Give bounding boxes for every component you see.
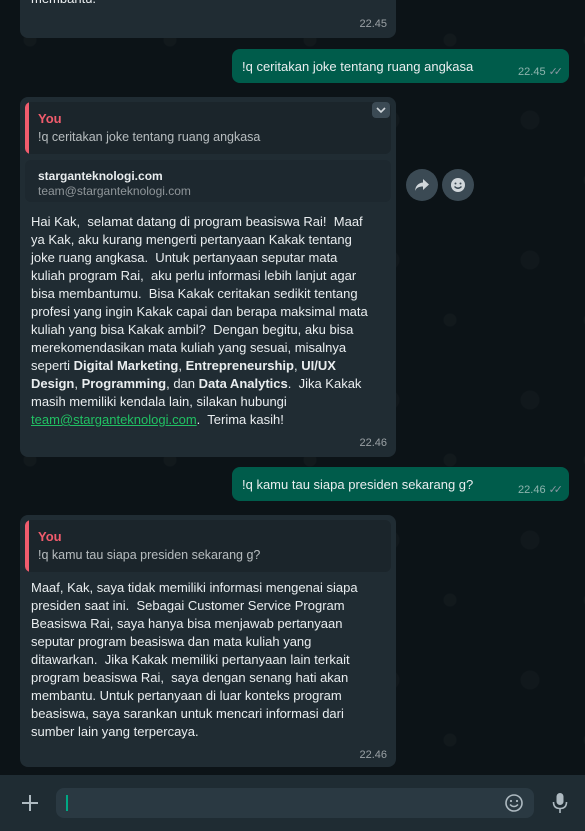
message-line: kuliah yang bisa Kakak ambil? Dengan beg…: [31, 322, 354, 337]
emoji-icon: [505, 794, 523, 812]
incoming-message[interactable]: You !q ceritakan joke tentang ruang angk…: [20, 97, 396, 457]
message-time: 22.45: [359, 18, 387, 30]
emoji-button[interactable]: [504, 793, 524, 813]
message-line: presiden saat ini. Sebagai Customer Serv…: [31, 598, 345, 613]
message-time: 22.46: [359, 437, 387, 449]
quote-author: You: [38, 529, 62, 544]
forward-button[interactable]: [406, 169, 438, 201]
message-line: ditawarkan. Jika Kakak memiliki pertanya…: [31, 652, 350, 667]
message-text: membantu.: [31, 0, 96, 8]
link-site: starganteknologi.com: [38, 169, 163, 183]
message-time: 22.46 ✓✓: [518, 484, 564, 496]
message-line: seperti Digital Marketing, Entrepreneurs…: [31, 358, 336, 373]
mic-icon: [552, 793, 568, 813]
message-text: !q ceritakan joke tentang ruang angkasa: [242, 59, 474, 74]
link-email: team@starganteknologi.com: [38, 184, 191, 198]
message-line: merekomendasikan mata kuliah yang sesuai…: [31, 340, 347, 355]
message-line: masih memiliki kendala lain, silakan hub…: [31, 394, 287, 409]
plus-icon: [22, 795, 38, 811]
bold-term: UI/UX: [301, 358, 336, 373]
chevron-down-icon[interactable]: [372, 102, 390, 118]
attach-button[interactable]: [20, 793, 40, 813]
quote-accent-bar: [25, 520, 29, 572]
quote-accent-bar: [25, 102, 29, 154]
quote-author: You: [38, 111, 62, 126]
message-line: team@starganteknologi.com. Terima kasih!: [31, 412, 284, 427]
message-line: joke ruang angkasa. Untuk pertanyaan sep…: [31, 250, 338, 265]
message-line: program beasiswa Rai, saya dengan senang…: [31, 670, 349, 685]
react-button[interactable]: [442, 169, 474, 201]
message-line: beasiswa, saya sarankan untuk mencari in…: [31, 706, 344, 721]
quoted-message[interactable]: You !q ceritakan joke tentang ruang angk…: [25, 102, 391, 154]
message-line: Hai Kak, selamat datang di program beasi…: [31, 214, 363, 229]
link-preview[interactable]: starganteknologi.com team@starganteknolo…: [25, 160, 391, 202]
message-input[interactable]: [56, 788, 534, 818]
message-line: kuliah program Rai, aku perlu informasi …: [31, 268, 357, 283]
message-line: sumber lain yang terpercaya.: [31, 724, 199, 739]
quote-text: !q kamu tau siapa presiden sekarang g?: [38, 548, 261, 562]
outgoing-message[interactable]: !q kamu tau siapa presiden sekarang g? 2…: [232, 467, 569, 501]
voice-message-button[interactable]: [550, 791, 570, 815]
message-line: profesi yang ingin Kakak capai dan berap…: [31, 304, 368, 319]
message-line: Maaf, Kak, saya tidak memiliki informasi…: [31, 580, 358, 595]
quoted-message[interactable]: You !q kamu tau siapa presiden sekarang …: [25, 520, 391, 572]
forward-icon: [415, 179, 429, 191]
message-line: seputar program beasiswa dan mata kuliah…: [31, 634, 312, 649]
message-body: Hai Kak, selamat datang di program beasi…: [31, 213, 391, 429]
message-time: 22.46: [359, 749, 387, 761]
message-body: Maaf, Kak, saya tidak memiliki informasi…: [31, 579, 391, 741]
bold-term: Programming: [81, 376, 167, 391]
message-text: !q kamu tau siapa presiden sekarang g?: [242, 477, 474, 492]
message-line: membantu. Untuk pertanyaan di luar konte…: [31, 688, 342, 703]
text-caret: [66, 795, 68, 811]
incoming-message[interactable]: You !q kamu tau siapa presiden sekarang …: [20, 515, 396, 767]
bold-term: Entrepreneurship: [185, 358, 294, 373]
message-line: bisa membantumu. Bisa Kakak ceritakan se…: [31, 286, 358, 301]
chat-area: membantu. 22.45 !q ceritakan joke tentan…: [0, 0, 585, 775]
emoji-reaction-icon: [451, 178, 465, 192]
message-line: ya Kak, aku kurang mengerti pertanyaan K…: [31, 232, 352, 247]
message-time: 22.45 ✓✓: [518, 66, 564, 78]
read-receipt-icon: ✓✓: [548, 484, 564, 496]
message-line: Beasiswa Rai, saya hanya bisa menjawab p…: [31, 616, 343, 631]
read-receipt-icon: ✓✓: [548, 66, 564, 78]
bold-term: Digital Marketing: [73, 358, 179, 373]
composer-bar: [0, 775, 585, 831]
message-line: Design, Programming, dan Data Analytics.…: [31, 376, 362, 391]
bold-term: Data Analytics: [198, 376, 288, 391]
bold-term: Design: [31, 376, 75, 391]
quote-text: !q ceritakan joke tentang ruang angkasa: [38, 130, 261, 144]
email-link[interactable]: team@starganteknologi.com: [31, 412, 197, 427]
message-bubble-partial: membantu. 22.45: [20, 0, 396, 38]
outgoing-message[interactable]: !q ceritakan joke tentang ruang angkasa …: [232, 49, 569, 83]
